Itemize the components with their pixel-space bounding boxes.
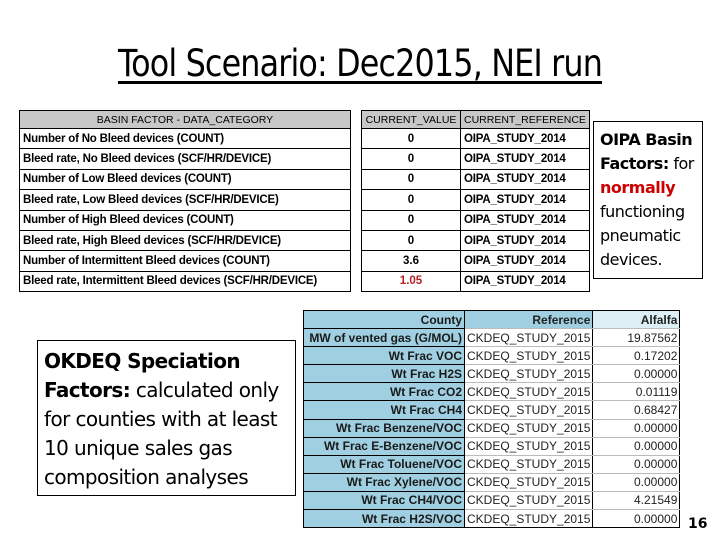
reference-cell: CKDEQ_STUDY_2015 — [463, 436, 594, 456]
factor-label-cell: Wt Frac CH4/VOC — [303, 490, 465, 511]
okdeq-table-row: Wt Frac Benzene/VOC CKDEQ_STUDY_2015 0.000… — [303, 418, 681, 438]
reference-cell: CKDEQ_STUDY_2015 — [463, 328, 594, 348]
current-value-cell: 0 — [361, 229, 461, 252]
factor-label-cell: Wt Frac H2S — [303, 364, 465, 384]
alfalfa-value-cell: 0.68427 — [592, 400, 681, 420]
okdeq-table-row: Wt Frac CH4/VOC CKDEQ_STUDY_2015 4.21549 — [303, 490, 681, 511]
alfalfa-value-cell: 19.87562 — [592, 328, 681, 348]
okdeq-note-box: OKDEQ Speciation Factors: calculated onl… — [37, 340, 296, 496]
basin-table-row: Number of High Bleed devices (COUNT) 0 OIP… — [19, 209, 590, 231]
basin-table-header-row: BASIN FACTOR - DATA_CATEGORY CURRENT_VAL… — [19, 110, 590, 129]
header-reference: Reference — [463, 309, 594, 330]
alfalfa-value-cell: 0.00000 — [592, 454, 681, 474]
okdeq-header-row: County Reference Alfalfa — [303, 309, 681, 330]
current-reference-cell: OIPA_STUDY_2014 — [460, 168, 590, 191]
basin-table-row: Bleed rate, No Bleed devices (SCF/HR/DEV… — [19, 148, 590, 170]
okdeq-table-row: Wt Frac H2S CKDEQ_STUDY_2015 0.00000 — [303, 364, 681, 384]
current-reference-cell: OIPA_STUDY_2014 — [460, 189, 590, 211]
factor-label-cell: MW of vented gas (G/MOL) — [303, 328, 465, 348]
okdeq-table-row: Wt Frac Toluene/VOC CKDEQ_STUDY_2015 0.000… — [303, 454, 681, 474]
factor-label-cell: Wt Frac VOC — [303, 346, 465, 366]
okdeq-table-row: Wt Frac H2S/VOC CKDEQ_STUDY_2015 0.00000 — [303, 509, 681, 529]
alfalfa-value-cell: 0.00000 — [592, 436, 681, 456]
basin-table-row: Number of Intermittent Bleed devices (CO… — [19, 250, 590, 272]
reference-cell: CKDEQ_STUDY_2015 — [463, 490, 594, 511]
current-reference-cell: OIPA_STUDY_2014 — [460, 229, 590, 252]
alfalfa-value-cell: 0.00000 — [592, 418, 681, 438]
alfalfa-value-cell: 0.01119 — [592, 382, 681, 402]
basin-factor-table: BASIN FACTOR - DATA_CATEGORY CURRENT_VAL… — [19, 110, 590, 293]
reference-cell: CKDEQ_STUDY_2015 — [463, 364, 594, 384]
current-reference-cell: OIPA_STUDY_2014 — [460, 250, 590, 272]
reference-cell: CKDEQ_STUDY_2015 — [463, 454, 594, 474]
header-county: County — [303, 309, 465, 330]
alfalfa-value-cell: 0.00000 — [592, 472, 681, 492]
page-number: 16 — [688, 516, 708, 532]
okdeq-table-row: MW of vented gas (G/MOL) CKDEQ_STUDY_2015… — [303, 328, 681, 348]
reference-cell: CKDEQ_STUDY_2015 — [463, 472, 594, 492]
okdeq-table-row: Wt Frac Xylene/VOC CKDEQ_STUDY_2015 0.0000… — [303, 472, 681, 492]
header-current-reference: CURRENT_REFERENCE — [460, 110, 590, 129]
data-category-cell: Number of High Bleed devices (COUNT) — [19, 209, 351, 231]
factor-label-cell: Wt Frac Toluene/VOC — [303, 454, 465, 474]
reference-cell: CKDEQ_STUDY_2015 — [463, 509, 594, 529]
oipa-note-box: OIPA Basin Factors: for normally functio… — [593, 121, 703, 279]
current-value-cell: 0 — [361, 148, 461, 170]
oipa-note-highlight: normally — [600, 178, 676, 197]
basin-table-row: Number of Low Bleed devices (COUNT) 0 OIPA… — [19, 168, 590, 191]
alfalfa-value-cell: 0.00000 — [592, 364, 681, 384]
oipa-note-text1: for — [668, 154, 694, 173]
data-category-cell: Bleed rate, Intermittent Bleed devices (… — [19, 270, 351, 293]
reference-cell: CKDEQ_STUDY_2015 — [463, 400, 594, 420]
factor-label-cell: Wt Frac CO2 — [303, 382, 465, 402]
current-reference-cell: OIPA_STUDY_2014 — [460, 209, 590, 231]
alfalfa-value-cell: 0.17202 — [592, 346, 681, 366]
current-value-cell: 3.6 — [361, 250, 461, 272]
header-data-category: BASIN FACTOR - DATA_CATEGORY — [19, 110, 351, 129]
reference-cell: CKDEQ_STUDY_2015 — [463, 346, 594, 366]
basin-table-row: Number of No Bleed devices (COUNT) 0 OIPA_… — [19, 127, 590, 150]
okdeq-speciation-table: County Reference Alfalfa MW of vented ga… — [303, 309, 681, 529]
data-category-cell: Number of No Bleed devices (COUNT) — [19, 127, 351, 150]
current-value-cell: 0 — [361, 127, 461, 150]
factor-label-cell: Wt Frac E-Benzene/VOC — [303, 436, 465, 456]
header-current-value: CURRENT_VALUE — [361, 110, 461, 129]
factor-label-cell: Wt Frac Xylene/VOC — [303, 472, 465, 492]
current-reference-cell: OIPA_STUDY_2014 — [460, 148, 590, 170]
factor-label-cell: Wt Frac H2S/VOC — [303, 509, 465, 529]
okdeq-table-row: Wt Frac VOC CKDEQ_STUDY_2015 0.17202 — [303, 346, 681, 366]
current-reference-cell: OIPA_STUDY_2014 — [460, 127, 590, 150]
okdeq-table-row: Wt Frac CH4 CKDEQ_STUDY_2015 0.68427 — [303, 400, 681, 420]
data-category-cell: Bleed rate, Low Bleed devices (SCF/HR/DE… — [19, 189, 351, 211]
header-alfalfa: Alfalfa — [592, 309, 681, 330]
current-value-cell: 0 — [361, 209, 461, 231]
factor-label-cell: Wt Frac CH4 — [303, 400, 465, 420]
basin-table-row: Bleed rate, Low Bleed devices (SCF/HR/DE… — [19, 189, 590, 211]
reference-cell: CKDEQ_STUDY_2015 — [463, 382, 594, 402]
reference-cell: CKDEQ_STUDY_2015 — [463, 418, 594, 438]
okdeq-table-row: Wt Frac E-Benzene/VOC CKDEQ_STUDY_2015 0.0… — [303, 436, 681, 456]
slide-title: Tool Scenario: Dec2015, NEI run — [50, 42, 669, 85]
oipa-note-text2: functioning pneumatic devices. — [600, 202, 685, 269]
alfalfa-value-cell: 0.00000 — [592, 509, 681, 529]
current-value-cell: 1.05 — [361, 270, 461, 293]
current-value-cell: 0 — [361, 189, 461, 211]
factor-label-cell: Wt Frac Benzene/VOC — [303, 418, 465, 438]
slide-title-text: Tool Scenario: Dec2015, NEI run — [117, 42, 603, 85]
alfalfa-value-cell: 4.21549 — [592, 490, 681, 511]
current-value-cell: 0 — [361, 168, 461, 191]
basin-table-row: Bleed rate, Intermittent Bleed devices (… — [19, 270, 590, 293]
okdeq-table-row: Wt Frac CO2 CKDEQ_STUDY_2015 0.01119 — [303, 382, 681, 402]
data-category-cell: Number of Low Bleed devices (COUNT) — [19, 168, 351, 191]
current-reference-cell: OIPA_STUDY_2014 — [460, 270, 590, 293]
basin-table-row: Bleed rate, High Bleed devices (SCF/HR/D… — [19, 229, 590, 252]
data-category-cell: Number of Intermittent Bleed devices (CO… — [19, 250, 351, 272]
data-category-cell: Bleed rate, High Bleed devices (SCF/HR/D… — [19, 229, 351, 252]
data-category-cell: Bleed rate, No Bleed devices (SCF/HR/DEV… — [19, 148, 351, 170]
